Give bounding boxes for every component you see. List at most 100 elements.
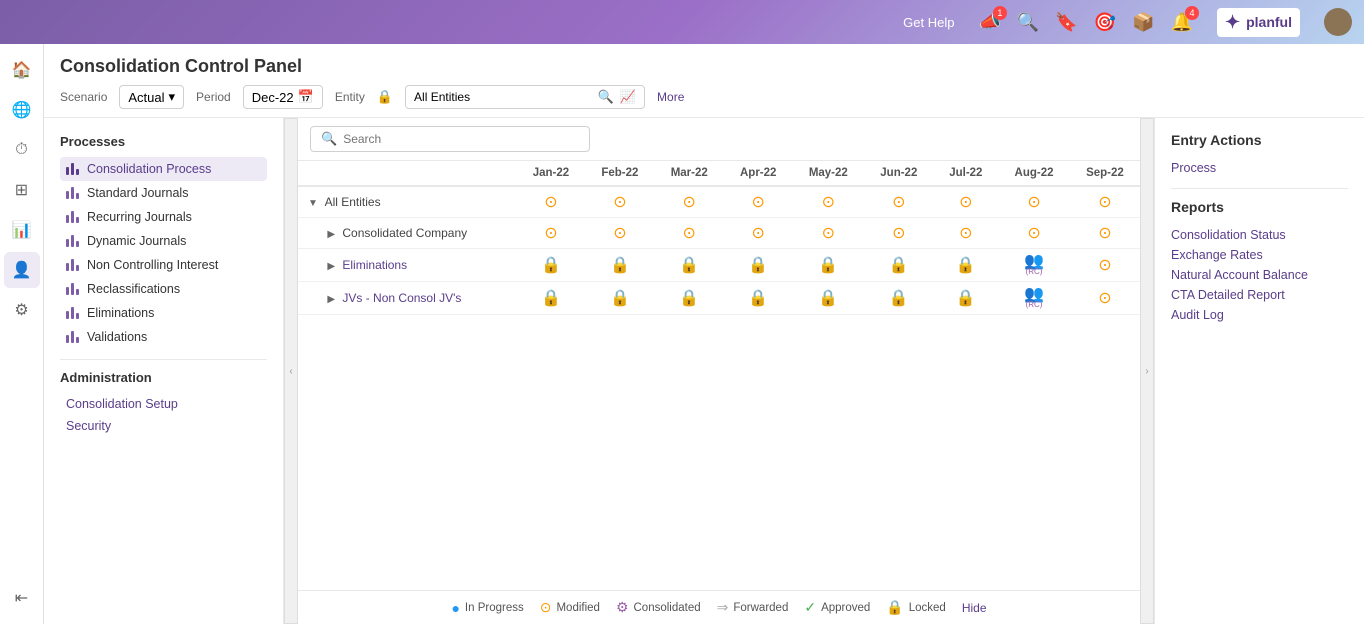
status-icon[interactable]: ⊙ — [613, 225, 626, 242]
status-inprogress-icon[interactable]: ⊙ — [1098, 194, 1111, 211]
elim-aug22[interactable]: 👥 (RC) — [998, 249, 1070, 282]
elim-jul22[interactable]: 🔒 — [934, 249, 999, 282]
cc-jul22[interactable]: ⊙ — [934, 218, 999, 249]
left-collapse-handle[interactable]: ‹ — [284, 118, 298, 624]
collapse-icon[interactable]: ⇤ — [4, 580, 40, 616]
elim-feb22[interactable]: 🔒 — [585, 249, 654, 282]
audit-log-link[interactable]: Audit Log — [1171, 305, 1348, 325]
elim-may22[interactable]: 🔒 — [792, 249, 864, 282]
status-icon[interactable]: ⊙ — [822, 225, 835, 242]
cc-apr22[interactable]: ⊙ — [724, 218, 793, 249]
status-icon[interactable]: ⊙ — [959, 225, 972, 242]
all-entities-mar22[interactable]: ⊙ — [655, 186, 724, 218]
consolidation-setup-link[interactable]: Consolidation Setup — [60, 393, 267, 415]
status-inprogress-icon[interactable]: ⊙ — [613, 194, 626, 211]
get-help-link[interactable]: Get Help — [903, 15, 954, 30]
lock-icon[interactable]: 🔒 — [610, 257, 630, 274]
grid-icon[interactable]: ⊞ — [4, 172, 40, 208]
lock-icon[interactable]: 🔒 — [541, 257, 561, 274]
jvs-name[interactable]: JVs - Non Consol JV's — [342, 291, 461, 305]
search-input-container[interactable]: 🔍 — [310, 126, 590, 152]
sidebar-item-validations[interactable]: Validations — [60, 325, 267, 349]
sidebar-item-eliminations[interactable]: Eliminations — [60, 301, 267, 325]
security-link[interactable]: Security — [60, 415, 267, 437]
all-entities-feb22[interactable]: ⊙ — [585, 186, 654, 218]
elim-mar22[interactable]: 🔒 — [655, 249, 724, 282]
elim-jan22[interactable]: 🔒 — [517, 249, 586, 282]
status-icon[interactable]: ⊙ — [752, 225, 765, 242]
status-inprogress-icon[interactable]: ⊙ — [892, 194, 905, 211]
cta-detailed-report-link[interactable]: CTA Detailed Report — [1171, 285, 1348, 305]
grid-search-input[interactable] — [343, 132, 579, 146]
right-collapse-handle[interactable]: › — [1140, 118, 1154, 624]
scenario-select[interactable]: Actual ▾ — [119, 85, 184, 109]
cc-feb22[interactable]: ⊙ — [585, 218, 654, 249]
user-avatar[interactable] — [1324, 8, 1352, 36]
sidebar-item-recurring-journals[interactable]: Recurring Journals — [60, 205, 267, 229]
period-select[interactable]: Dec-22 📅 — [243, 85, 323, 109]
lock-icon[interactable]: 🔒 — [541, 290, 561, 307]
settings-icon[interactable]: ⚙ — [4, 292, 40, 328]
status-inprogress-icon[interactable]: ⊙ — [822, 194, 835, 211]
sidebar-item-reclassifications[interactable]: Reclassifications — [60, 277, 267, 301]
lock-icon[interactable]: 🔒 — [748, 257, 768, 274]
row-expand-consolidated[interactable]: ▶ — [327, 229, 335, 240]
lock-icon[interactable]: 🔒 — [818, 290, 838, 307]
jvs-jan22[interactable]: 🔒 — [517, 282, 586, 315]
entity-filter[interactable]: 🔍 📈 — [405, 85, 645, 109]
sidebar-item-non-controlling-interest[interactable]: Non Controlling Interest — [60, 253, 267, 277]
status-inprogress-icon[interactable]: ⊙ — [544, 194, 557, 211]
row-expand-jvs[interactable]: ▶ — [327, 294, 335, 305]
lock-icon[interactable]: 🔒 — [610, 290, 630, 307]
status-icon[interactable]: ⊙ — [1098, 257, 1111, 274]
consolidation-status-link[interactable]: Consolidation Status — [1171, 225, 1348, 245]
chart-icon[interactable]: 📊 — [4, 212, 40, 248]
status-inprogress-icon[interactable]: ⊙ — [683, 194, 696, 211]
natural-account-balance-link[interactable]: Natural Account Balance — [1171, 265, 1348, 285]
status-inprogress-icon[interactable]: ⊙ — [752, 194, 765, 211]
jvs-feb22[interactable]: 🔒 — [585, 282, 654, 315]
status-icon[interactable]: ⊙ — [683, 225, 696, 242]
lock-icon[interactable]: 🔒 — [956, 257, 976, 274]
all-entities-aug22[interactable]: ⊙ — [998, 186, 1070, 218]
jvs-jun22[interactable]: 🔒 — [864, 282, 933, 315]
status-icon[interactable]: ⊙ — [1098, 225, 1111, 242]
row-expand-all-entities[interactable]: ▼ — [308, 198, 318, 209]
lock-icon[interactable]: 🔒 — [818, 257, 838, 274]
cc-sep22[interactable]: ⊙ — [1070, 218, 1140, 249]
lock-icon[interactable]: 🔒 — [956, 290, 976, 307]
target-icon[interactable]: 🎯 — [1094, 12, 1116, 33]
elim-apr22[interactable]: 🔒 — [724, 249, 793, 282]
status-inprogress-icon[interactable]: ⊙ — [959, 194, 972, 211]
jvs-jul22[interactable]: 🔒 — [934, 282, 999, 315]
jvs-apr22[interactable]: 🔒 — [724, 282, 793, 315]
all-entities-jun22[interactable]: ⊙ — [864, 186, 933, 218]
exchange-rates-link[interactable]: Exchange Rates — [1171, 245, 1348, 265]
lock-icon[interactable]: 🔒 — [748, 290, 768, 307]
lock-icon[interactable]: 🔒 — [679, 290, 699, 307]
sidebar-item-consolidation-process[interactable]: Consolidation Process — [60, 157, 267, 181]
row-expand-eliminations[interactable]: ▶ — [327, 261, 335, 272]
consolidation-icon[interactable]: 👤 — [4, 252, 40, 288]
jvs-aug22[interactable]: 👥 (RC) — [998, 282, 1070, 315]
status-icon[interactable]: ⊙ — [1027, 225, 1040, 242]
jvs-may22[interactable]: 🔒 — [792, 282, 864, 315]
cc-may22[interactable]: ⊙ — [792, 218, 864, 249]
hide-button[interactable]: Hide — [962, 601, 987, 615]
cc-jun22[interactable]: ⊙ — [864, 218, 933, 249]
cc-mar22[interactable]: ⊙ — [655, 218, 724, 249]
status-inprogress-icon[interactable]: ⊙ — [1027, 194, 1040, 211]
status-icon[interactable]: ⊙ — [1098, 290, 1111, 307]
jvs-mar22[interactable]: 🔒 — [655, 282, 724, 315]
all-entities-may22[interactable]: ⊙ — [792, 186, 864, 218]
status-icon[interactable]: ⊙ — [892, 225, 905, 242]
announcement-icon[interactable]: 📣 1 — [978, 12, 1000, 33]
all-entities-sep22[interactable]: ⊙ — [1070, 186, 1140, 218]
cc-jan22[interactable]: ⊙ — [517, 218, 586, 249]
status-icon[interactable]: ⊙ — [544, 225, 557, 242]
eliminations-name[interactable]: Eliminations — [342, 258, 407, 272]
entity-input[interactable] — [414, 90, 592, 104]
cube-icon[interactable]: 📦 — [1132, 12, 1154, 33]
all-entities-apr22[interactable]: ⊙ — [724, 186, 793, 218]
process-link[interactable]: Process — [1171, 158, 1348, 178]
